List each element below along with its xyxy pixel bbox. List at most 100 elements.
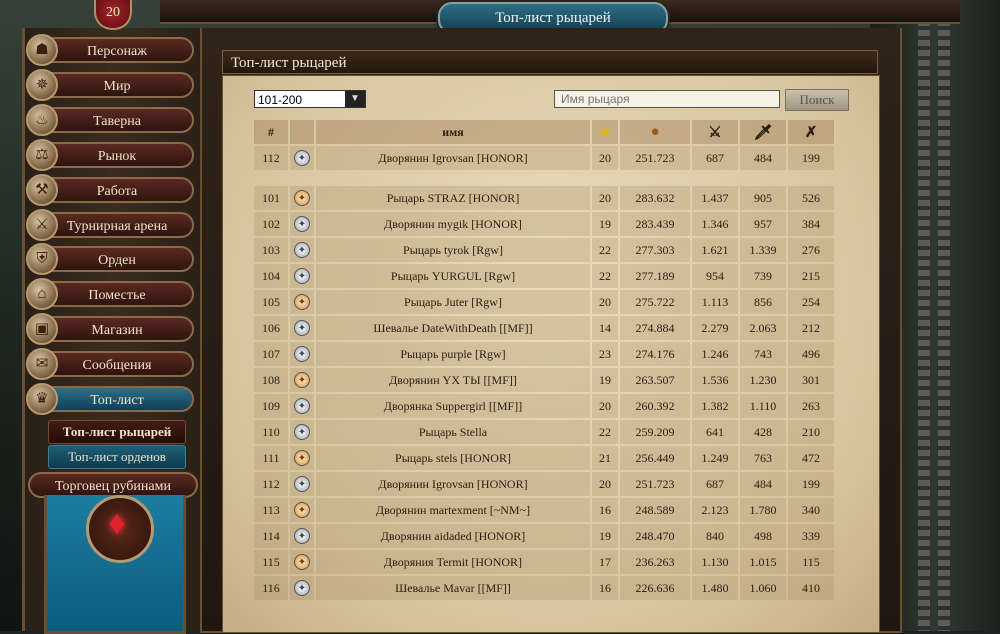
sidebar-item-estate[interactable]: ⌂ Поместье <box>26 278 194 310</box>
table-row[interactable]: 112 ✦ Дворянин Igrovsan [HONOR] 20 251.723 68… <box>254 472 834 496</box>
name-cell[interactable]: Рыцарь Juter [Rgw] <box>316 290 590 314</box>
stat-cell: 2.063 <box>740 316 786 340</box>
sidebar-item-trophy[interactable]: ♛ Топ-лист <box>26 383 194 415</box>
name-cell[interactable]: Дворянин Igrovsan [HONOR] <box>316 146 590 170</box>
subnav-orders-toplist[interactable]: Топ-лист орденов <box>48 445 186 469</box>
sidebar-item-tavern[interactable]: ♨ Таверна <box>26 104 194 136</box>
name-cell[interactable]: Рыцарь tyrok [Rgw] <box>316 238 590 262</box>
name-cell[interactable]: Дворянин YX TЫ [[MF]] <box>316 368 590 392</box>
tavern-icon: ♨ <box>26 104 58 136</box>
table-row[interactable]: 116 ✦ Шевалье Mavar [[MF]] 16 226.636 1.480 1.… <box>254 576 834 600</box>
level-cell: 16 <box>592 498 618 522</box>
level-cell: 20 <box>592 290 618 314</box>
stat-cell: 212 <box>788 316 834 340</box>
table-row[interactable]: 104 ✦ Рыцарь YURGUL [Rgw] 22 277.189 954 739 21… <box>254 264 834 288</box>
table-row[interactable]: 108 ✦ Дворянин YX TЫ [[MF]] 19 263.507 1.536 1… <box>254 368 834 392</box>
score-cell: 251.723 <box>620 472 690 496</box>
table-row[interactable]: 109 ✦ Дворянка Suppergirl [[MF]] 20 260.392 1… <box>254 394 834 418</box>
level-cell: 16 <box>592 576 618 600</box>
sidebar-item-shop[interactable]: ▣ Магазин <box>26 313 194 345</box>
rank-cell: 105 <box>254 290 288 314</box>
name-cell[interactable]: Дворяния Termit [HONOR] <box>316 550 590 574</box>
name-cell[interactable]: Дворянин Igrovsan [HONOR] <box>316 472 590 496</box>
level-cell: 19 <box>592 368 618 392</box>
name-cell[interactable]: Шевалье Mavar [[MF]] <box>316 576 590 600</box>
level-cell: 20 <box>592 186 618 210</box>
score-cell: 259.209 <box>620 420 690 444</box>
name-cell[interactable]: Шевалье DateWithDeath [[MF]] <box>316 316 590 340</box>
rank-table: 101 ✦ Рыцарь STRAZ [HONOR] 20 283.632 1.437 90… <box>252 184 836 602</box>
dagger-icon[interactable]: ✗ <box>788 120 834 144</box>
name-cell[interactable]: Рыцарь purple [Rgw] <box>316 342 590 366</box>
table-row[interactable]: 105 ✦ Рыцарь Juter [Rgw] 20 275.722 1.113 856 2… <box>254 290 834 314</box>
sidebar-item-order[interactable]: ⛨ Орден <box>26 243 194 275</box>
name-cell[interactable]: Рыцарь Stella <box>316 420 590 444</box>
knight-emblem-icon: ✦ <box>294 476 310 492</box>
table-row[interactable]: 103 ✦ Рыцарь tyrok [Rgw] 22 277.303 1.621 1.33… <box>254 238 834 262</box>
name-cell[interactable]: Рыцарь STRAZ [HONOR] <box>316 186 590 210</box>
name-cell[interactable]: Дворянка Suppergirl [[MF]] <box>316 394 590 418</box>
sidebar-item-market[interactable]: ⚖ Рынок <box>26 139 194 171</box>
chevron-down-icon[interactable]: ▼ <box>345 91 365 107</box>
range-select[interactable]: 101-200 ▼ <box>254 90 366 108</box>
sidebar-item-arena[interactable]: ⚔ Турнирная арена <box>26 209 194 241</box>
stat-cell: 1.060 <box>740 576 786 600</box>
own-rank-row[interactable]: 112 ✦ Дворянин Igrovsan [HONOR] 20 251.7… <box>254 146 834 170</box>
score-cell: 277.303 <box>620 238 690 262</box>
table-row[interactable]: 106 ✦ Шевалье DateWithDeath [[MF]] 14 274.88… <box>254 316 834 340</box>
name-cell[interactable]: Рыцарь YURGUL [Rgw] <box>316 264 590 288</box>
crossed-swords-icon[interactable]: ⚔ <box>692 120 738 144</box>
stat-cell: 1.536 <box>692 368 738 392</box>
table-row[interactable]: 110 ✦ Рыцарь Stella 22 259.209 641 428 210 <box>254 420 834 444</box>
level-cell: 17 <box>592 550 618 574</box>
knight-name-search-input[interactable] <box>554 90 780 108</box>
knight-emblem-icon: ✦ <box>294 242 310 258</box>
score-cell: 260.392 <box>620 394 690 418</box>
table-row[interactable]: 114 ✦ Дворянин aidaded [HONOR] 19 248.470 840… <box>254 524 834 548</box>
table-row[interactable]: 107 ✦ Рыцарь purple [Rgw] 23 274.176 1.246 743… <box>254 342 834 366</box>
chain-decoration <box>918 0 930 631</box>
sword-icon[interactable]: 🗡 <box>740 120 786 144</box>
sidebar-item-compass[interactable]: ✵ Мир <box>26 69 194 101</box>
noble-emblem-icon: ✦ <box>294 190 310 206</box>
stat-cell: 1.246 <box>692 342 738 366</box>
name-cell[interactable]: Дворянин aidaded [HONOR] <box>316 524 590 548</box>
rank-cell: 106 <box>254 316 288 340</box>
score-icon[interactable]: ● <box>620 120 690 144</box>
stat-cell: 340 <box>788 498 834 522</box>
rank-cell: 112 <box>254 146 288 170</box>
name-cell[interactable]: Дворянин martexment [~NM~] <box>316 498 590 522</box>
table-row[interactable]: 113 ✦ Дворянин martexment [~NM~] 16 248.589 2… <box>254 498 834 522</box>
stat-cell: 428 <box>740 420 786 444</box>
knight-emblem-icon: ✦ <box>294 216 310 232</box>
score-cell: 275.722 <box>620 290 690 314</box>
stat-cell: 263 <box>788 394 834 418</box>
score-cell: 274.176 <box>620 342 690 366</box>
table-row[interactable]: 115 ✦ Дворяния Termit [HONOR] 17 236.263 1.13… <box>254 550 834 574</box>
table-row[interactable]: 111 ✦ Рыцарь stels [HONOR] 21 256.449 1.249 76… <box>254 446 834 470</box>
sidebar-item-work[interactable]: ⚒ Работа <box>26 174 194 206</box>
stat-cell: 1.230 <box>740 368 786 392</box>
score-cell: 283.439 <box>620 212 690 236</box>
search-button[interactable]: Поиск <box>785 89 849 111</box>
stat-cell: 115 <box>788 550 834 574</box>
sidebar-item-character[interactable]: ☗ Персонаж <box>26 34 194 66</box>
subnav-knights-toplist[interactable]: Топ-лист рыцарей <box>48 420 186 444</box>
level-cell: 20 <box>592 472 618 496</box>
table-row[interactable]: 101 ✦ Рыцарь STRAZ [HONOR] 20 283.632 1.437 90… <box>254 186 834 210</box>
name-column-header[interactable]: имя <box>316 120 590 144</box>
emblem-cell: ✦ <box>290 394 314 418</box>
emblem-cell: ✦ <box>290 472 314 496</box>
name-cell[interactable]: Дворянин mygik [HONOR] <box>316 212 590 236</box>
rank-cell: 108 <box>254 368 288 392</box>
rank-cell: 107 <box>254 342 288 366</box>
emblem-cell: ✦ <box>290 498 314 522</box>
ruby-gem-icon[interactable]: ♦ <box>99 506 135 542</box>
level-star-icon[interactable]: ✶ <box>592 120 618 144</box>
sidebar-item-messages[interactable]: ✉ Сообщения <box>26 348 194 380</box>
table-row[interactable]: 102 ✦ Дворянин mygik [HONOR] 19 283.439 1.346… <box>254 212 834 236</box>
score-cell: 256.449 <box>620 446 690 470</box>
name-cell[interactable]: Рыцарь stels [HONOR] <box>316 446 590 470</box>
sidebar-item-label: Топ-лист <box>90 393 144 408</box>
level-cell: 21 <box>592 446 618 470</box>
